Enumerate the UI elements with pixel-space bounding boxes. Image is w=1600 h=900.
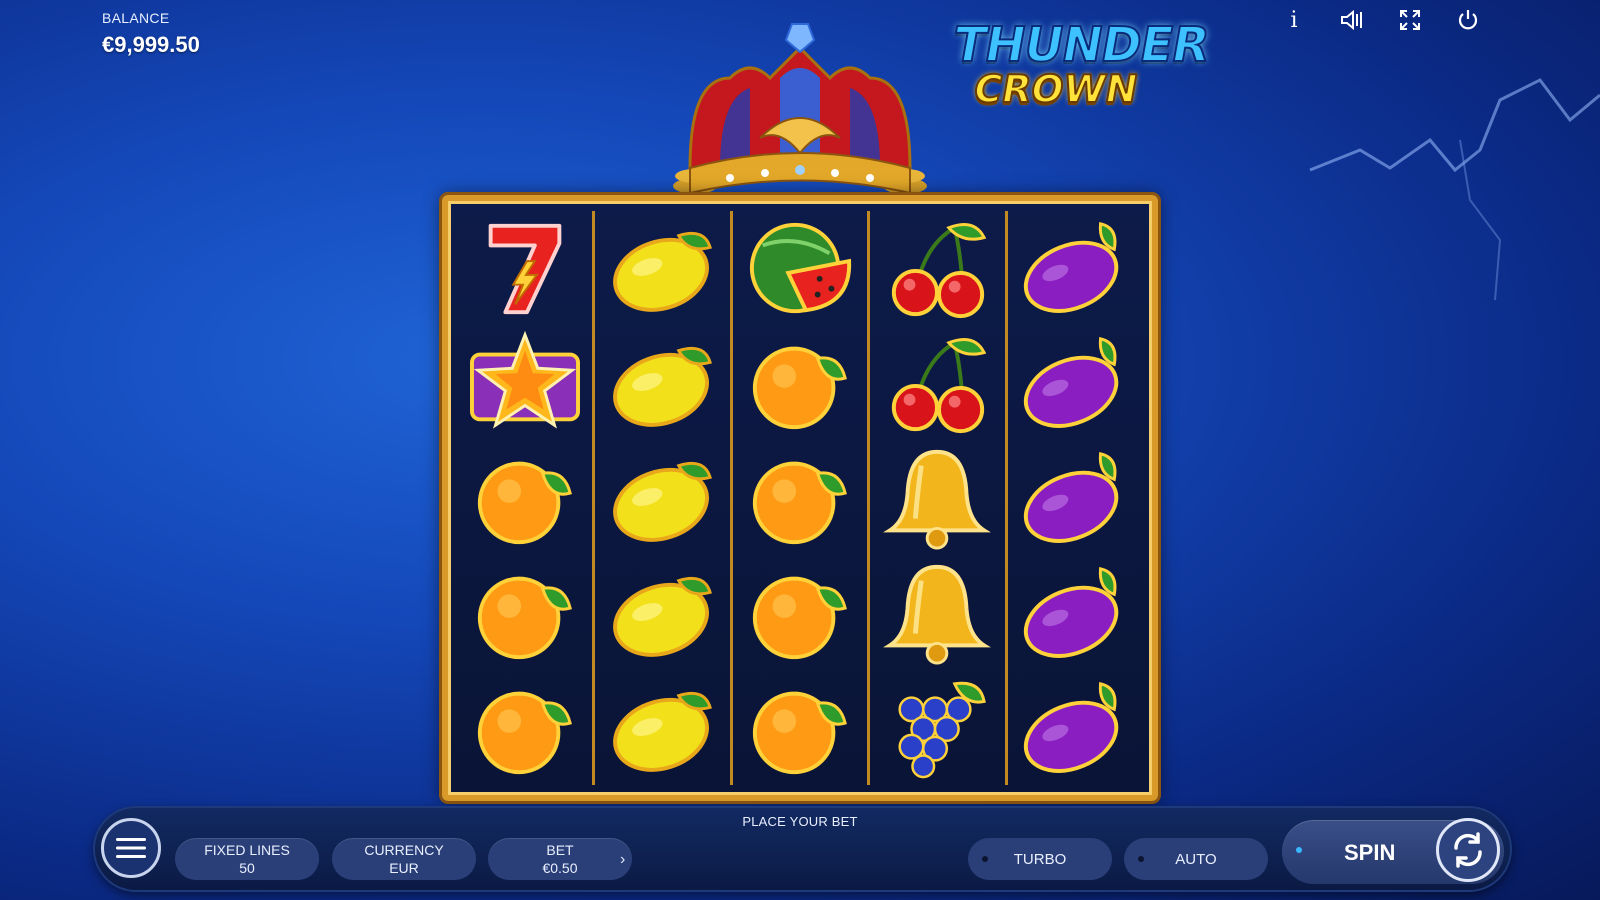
currency-value: EUR bbox=[389, 860, 419, 876]
orange-symbol-icon bbox=[458, 670, 592, 785]
fullscreen-icon[interactable] bbox=[1396, 6, 1424, 34]
plum-symbol-icon bbox=[1008, 326, 1142, 441]
lemon-symbol-icon bbox=[595, 211, 729, 326]
turbo-button[interactable]: TURBO bbox=[968, 838, 1112, 880]
refresh-icon bbox=[1454, 832, 1482, 868]
plum-symbol-icon bbox=[1008, 441, 1142, 556]
hamburger-icon bbox=[116, 838, 146, 858]
orange-symbol-icon bbox=[458, 555, 592, 670]
plum-symbol-icon bbox=[1008, 670, 1142, 785]
sound-icon[interactable] bbox=[1338, 6, 1366, 34]
reel-5 bbox=[1008, 211, 1142, 785]
bet-label: BET bbox=[546, 842, 574, 858]
currency-display: CURRENCY EUR bbox=[332, 838, 476, 880]
balance-display: BALANCE €9,999.50 bbox=[102, 10, 200, 58]
bet-selector[interactable]: BET €0.50 bbox=[488, 838, 632, 880]
cherry-symbol-icon bbox=[870, 326, 1004, 441]
bet-increase-chevron-icon[interactable]: › bbox=[620, 851, 625, 869]
orange-symbol-icon bbox=[733, 670, 867, 785]
fixed-lines-label: FIXED LINES bbox=[204, 842, 290, 858]
info-icon[interactable]: i bbox=[1280, 6, 1308, 34]
logo-line-1: THUNDER bbox=[948, 16, 1215, 74]
lemon-symbol-icon bbox=[595, 441, 729, 556]
auto-label: AUTO bbox=[1175, 850, 1217, 868]
orange-symbol-icon bbox=[458, 441, 592, 556]
reel-frame bbox=[442, 195, 1158, 801]
lemon-symbol-icon bbox=[595, 326, 729, 441]
plum-symbol-icon bbox=[1008, 211, 1142, 326]
power-icon[interactable] bbox=[1454, 6, 1482, 34]
spin-label: SPIN bbox=[1344, 840, 1396, 865]
crown-emblem bbox=[673, 23, 927, 195]
cherry-symbol-icon bbox=[870, 211, 1004, 326]
turbo-indicator bbox=[982, 856, 988, 862]
menu-button[interactable] bbox=[101, 818, 161, 878]
balance-value: €9,999.50 bbox=[102, 32, 200, 57]
spin-indicator bbox=[1296, 847, 1302, 853]
auto-button[interactable]: AUTO bbox=[1124, 838, 1268, 880]
reel-3 bbox=[733, 211, 871, 785]
spin-circle-button[interactable] bbox=[1436, 818, 1500, 882]
reel-2 bbox=[595, 211, 733, 785]
lemon-symbol-icon bbox=[595, 555, 729, 670]
game-logo: THUNDER CROWN bbox=[942, 16, 1215, 112]
reel-1 bbox=[458, 211, 596, 785]
reels-grid bbox=[458, 211, 1142, 785]
bell-symbol-icon bbox=[870, 555, 1004, 670]
orange-symbol-icon bbox=[733, 326, 867, 441]
logo-line-2: CROWN bbox=[969, 66, 1142, 112]
turbo-label: TURBO bbox=[1013, 850, 1067, 868]
orange-symbol-icon bbox=[733, 441, 867, 556]
seven-symbol-icon bbox=[458, 211, 592, 326]
orange-symbol-icon bbox=[733, 555, 867, 670]
watermelon-symbol-icon bbox=[733, 211, 867, 326]
lemon-symbol-icon bbox=[595, 670, 729, 785]
fixed-lines-value: 50 bbox=[239, 860, 255, 876]
star-symbol-icon bbox=[458, 326, 592, 441]
balance-label: BALANCE bbox=[102, 10, 170, 26]
fixed-lines-display: FIXED LINES 50 bbox=[175, 838, 319, 880]
bell-symbol-icon bbox=[870, 441, 1004, 556]
bet-value: €0.50 bbox=[542, 860, 578, 876]
currency-label: CURRENCY bbox=[364, 842, 444, 858]
reel-4 bbox=[870, 211, 1008, 785]
plum-symbol-icon bbox=[1008, 555, 1142, 670]
grapes-symbol-icon bbox=[870, 670, 1004, 785]
auto-indicator bbox=[1138, 856, 1144, 862]
top-toolbar: i bbox=[1280, 6, 1482, 34]
